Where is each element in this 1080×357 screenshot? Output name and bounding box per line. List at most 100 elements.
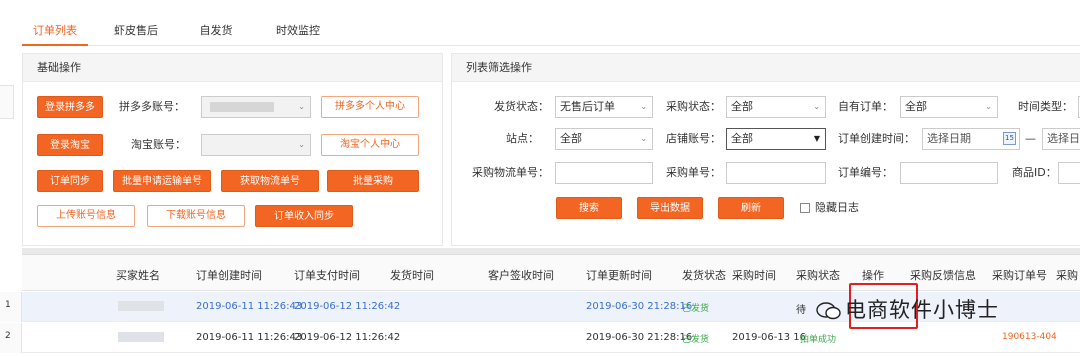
column-header[interactable]: 订单支付时间 (294, 267, 360, 283)
table-row[interactable]: 2 2019-06-11 11:26:43 2019-06-12 11:26:4… (0, 323, 1080, 353)
product-id-label: 商品ID： (1012, 166, 1057, 179)
order-update-time: 2019-06-30 21:28:16 (586, 301, 693, 312)
own-order-label: 自有订单： (838, 100, 893, 113)
order-number-input[interactable] (900, 162, 998, 184)
row-number: 2 (0, 323, 22, 353)
column-header[interactable]: 采购状态 (796, 267, 840, 283)
shop-account-label: 店铺账号： (666, 132, 721, 145)
upload-account-button[interactable]: 上传账号信息 (37, 205, 135, 227)
list-filter-panel: 列表筛选操作 发货状态： 无售后订单 ⌄ 采购状态： 全部 ⌄ 自有订单： 全部… (451, 53, 1080, 246)
column-header[interactable]: 发货状态 (682, 267, 726, 283)
purchase-order-label: 采购单号： (666, 166, 721, 179)
column-header[interactable]: 采购订单号 (992, 267, 1047, 283)
wechat-icon (816, 302, 841, 320)
shop-account-value: 全部 (731, 132, 753, 145)
column-header[interactable]: 发货时间 (390, 267, 434, 283)
basic-operations-panel: 基础操作 登录拼多多 拼多多账号： ⌄ 拼多多个人中心 登录淘宝 淘宝账号： ⌄… (22, 53, 443, 246)
site-select[interactable]: 全部 ⌄ (555, 128, 653, 150)
hide-log-checkbox[interactable] (800, 203, 810, 213)
create-time-start-input[interactable]: 选择日期 15 (922, 128, 1020, 150)
order-create-time: 2019-06-11 11:26:43 (196, 332, 303, 343)
hide-log-label: 隐藏日志 (815, 201, 859, 214)
masked-buyer-name (118, 301, 164, 311)
order-create-time: 2019-06-11 11:26:43 (196, 301, 303, 312)
tab-shopee-aftersale[interactable]: 虾皮售后 (100, 18, 172, 46)
shop-account-select[interactable]: 全部 ▼ (726, 128, 826, 150)
column-header[interactable]: 买家姓名 (116, 267, 160, 283)
order-sync-button[interactable]: 订单同步 (37, 170, 103, 192)
chevron-down-icon: ⌄ (813, 102, 820, 111)
calendar-icon[interactable]: 15 (1003, 132, 1016, 145)
purchase-logistics-label: 采购物流单号： (472, 166, 549, 179)
pdd-personal-center-button[interactable]: 拼多多个人中心 (321, 96, 419, 118)
order-income-sync-button[interactable]: 订单收入同步 (255, 205, 353, 227)
batch-apply-tracking-button[interactable]: 批量申请运输单号 (113, 170, 211, 192)
site-label: 站点： (506, 132, 539, 145)
column-header[interactable]: 操作 (862, 267, 884, 283)
purchase-status-value: 全部 (731, 100, 753, 113)
time-type-label: 时间类型： (1018, 100, 1073, 113)
date-range-separator: — (1025, 132, 1036, 145)
login-taobao-button[interactable]: 登录淘宝 (37, 134, 103, 156)
ship-status-label: 发货状态： (494, 100, 549, 113)
column-header[interactable]: 采购 (1056, 267, 1078, 283)
create-time-end-input[interactable]: 选择日 (1042, 128, 1080, 150)
grid-header: 买家姓名 订单创建时间 订单支付时间 发货时间 客户签收时间 订单更新时间 发货… (22, 255, 1080, 291)
purchase-status-select[interactable]: 全部 ⌄ (726, 96, 826, 118)
column-header[interactable]: 采购时间 (732, 267, 776, 283)
chevron-down-icon: ⌄ (985, 102, 992, 111)
date-placeholder: 选择日 (1047, 132, 1080, 145)
ship-status: 已发货 (682, 335, 710, 345)
purchase-order-input[interactable] (726, 162, 826, 184)
own-order-select[interactable]: 全部 ⌄ (900, 96, 998, 118)
pdd-account-select[interactable]: ⌄ (201, 96, 311, 118)
taobao-personal-center-button[interactable]: 淘宝个人中心 (321, 134, 419, 156)
chevron-down-icon: ⌄ (640, 134, 647, 143)
purchase-status: 待 (796, 305, 806, 316)
chevron-down-icon: ⌄ (298, 102, 305, 111)
column-header[interactable]: 订单更新时间 (586, 267, 652, 283)
tab-self-ship[interactable]: 自发货 (186, 18, 246, 46)
tab-timeliness-monitor[interactable]: 时效监控 (262, 18, 334, 46)
product-id-input[interactable] (1058, 162, 1080, 184)
ship-status-select[interactable]: 无售后订单 ⌄ (555, 96, 653, 118)
order-pay-time: 2019-06-12 11:26:42 (294, 301, 401, 312)
refresh-button[interactable]: 刷新 (718, 197, 784, 219)
own-order-value: 全部 (905, 100, 927, 113)
batch-purchase-button[interactable]: 批量采购 (327, 170, 419, 192)
ship-status: 已发货 (682, 304, 710, 314)
column-header[interactable]: 客户签收时间 (488, 267, 554, 283)
login-pdd-button[interactable]: 登录拼多多 (37, 96, 103, 118)
search-button[interactable]: 搜索 (556, 197, 622, 219)
panel-title: 基础操作 (23, 54, 442, 82)
chevron-down-icon: ⌄ (298, 140, 305, 149)
left-collapse-strip[interactable] (0, 85, 14, 119)
masked-account (210, 102, 274, 112)
row-number: 1 (0, 292, 22, 322)
purchase-status-label: 采购状态： (666, 100, 721, 113)
watermark: 电商软件小博士 (816, 294, 999, 324)
dropdown-arrow-icon: ▼ (813, 134, 820, 143)
main-tabs: 订单列表 虾皮售后 自发货 时效监控 (22, 18, 1080, 46)
order-pay-time: 2019-06-12 11:26:42 (294, 332, 401, 343)
ship-status-value: 无售后订单 (560, 100, 615, 113)
panel-title: 列表筛选操作 (452, 54, 1080, 82)
tab-order-list[interactable]: 订单列表 (22, 18, 88, 46)
masked-buyer-name (118, 332, 164, 342)
date-placeholder: 选择日期 (927, 132, 971, 145)
purchase-order-number[interactable]: 190613-404 (1002, 332, 1057, 342)
order-number-label: 订单编号： (838, 166, 893, 179)
get-logistics-number-button[interactable]: 获取物流单号 (221, 170, 319, 192)
create-time-label: 订单创建时间： (838, 132, 915, 145)
column-header[interactable]: 采购反馈信息 (910, 267, 976, 283)
watermark-text: 电商软件小博士 (845, 298, 999, 322)
export-data-button[interactable]: 导出数据 (637, 197, 703, 219)
purchase-status: 拍单成功 (800, 335, 837, 345)
taobao-account-select[interactable]: ⌄ (201, 134, 311, 156)
taobao-account-label: 淘宝账号： (131, 138, 186, 151)
pdd-account-label: 拼多多账号： (119, 100, 185, 113)
purchase-logistics-input[interactable] (555, 162, 653, 184)
download-account-button[interactable]: 下载账号信息 (147, 205, 245, 227)
site-value: 全部 (560, 132, 582, 145)
column-header[interactable]: 订单创建时间 (196, 267, 262, 283)
